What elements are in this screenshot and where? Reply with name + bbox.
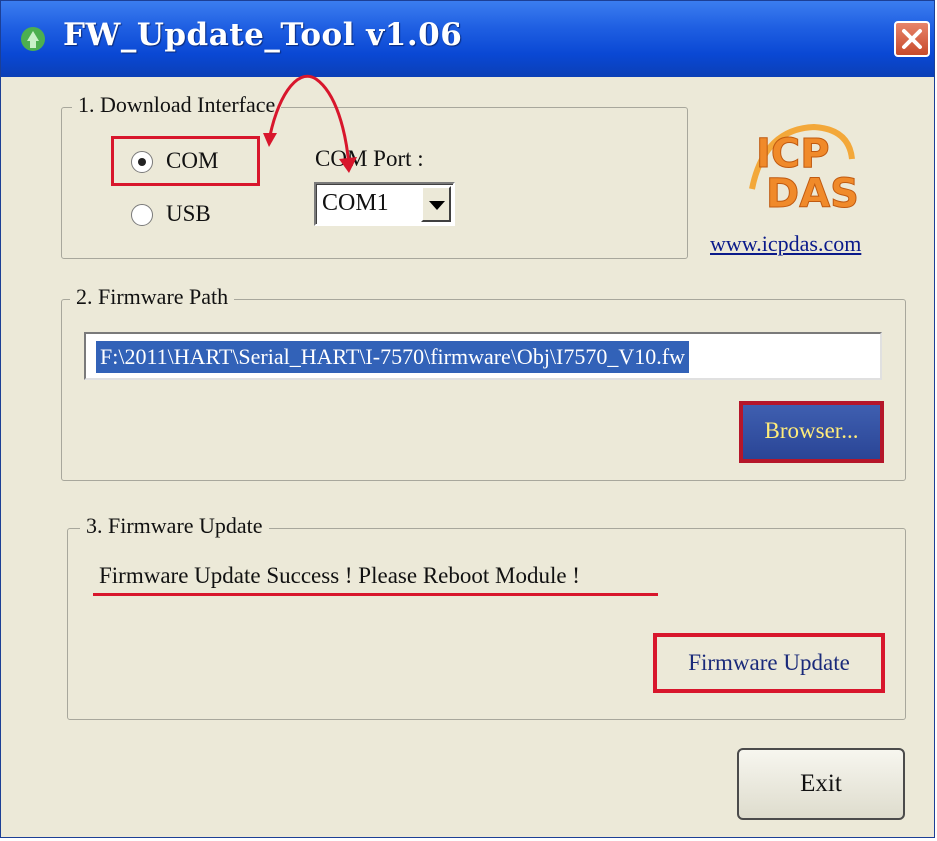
dropdown-arrow-icon[interactable] bbox=[421, 186, 451, 222]
app-icon bbox=[21, 27, 45, 51]
firmware-update-button-label: Firmware Update bbox=[688, 650, 850, 675]
logo-text-bottom: DAS bbox=[766, 171, 859, 217]
browser-button-label: Browser... bbox=[764, 418, 859, 443]
radio-usb[interactable] bbox=[131, 204, 153, 226]
radio-com-label[interactable]: COM bbox=[166, 148, 218, 174]
update-status-text: Firmware Update Success ! Please Reboot … bbox=[99, 563, 580, 588]
firmware-path-legend: 2. Firmware Path bbox=[70, 284, 235, 310]
com-port-select[interactable]: COM1 bbox=[314, 182, 455, 226]
com-port-value: COM1 bbox=[322, 190, 389, 216]
radio-com[interactable] bbox=[131, 151, 153, 173]
firmware-path-value: F:\2011\HART\Serial_HART\I-7570\firmware… bbox=[96, 341, 689, 373]
close-icon bbox=[902, 29, 922, 49]
com-port-label: COM Port : bbox=[315, 146, 424, 171]
website-link[interactable]: www.icpdas.com bbox=[710, 231, 861, 257]
window-title: FW_Update_Tool v1.06 bbox=[63, 17, 463, 53]
download-interface-legend: 1. Download Interface bbox=[72, 92, 282, 118]
icpdas-logo: ICP DAS bbox=[749, 123, 859, 217]
firmware-path-input[interactable]: F:\2011\HART\Serial_HART\I-7570\firmware… bbox=[84, 332, 882, 380]
firmware-update-legend: 3. Firmware Update bbox=[80, 513, 269, 539]
browser-button[interactable]: Browser... bbox=[739, 401, 884, 463]
exit-button[interactable]: Exit bbox=[737, 748, 905, 820]
radio-usb-label[interactable]: USB bbox=[166, 201, 211, 227]
exit-button-label: Exit bbox=[800, 770, 842, 797]
close-button[interactable] bbox=[894, 21, 930, 57]
app-window: FW_Update_Tool v1.06 1. Download Interfa… bbox=[0, 0, 935, 838]
firmware-update-button[interactable]: Firmware Update bbox=[653, 633, 885, 693]
status-underline bbox=[93, 593, 658, 596]
title-bar: FW_Update_Tool v1.06 bbox=[1, 1, 934, 77]
